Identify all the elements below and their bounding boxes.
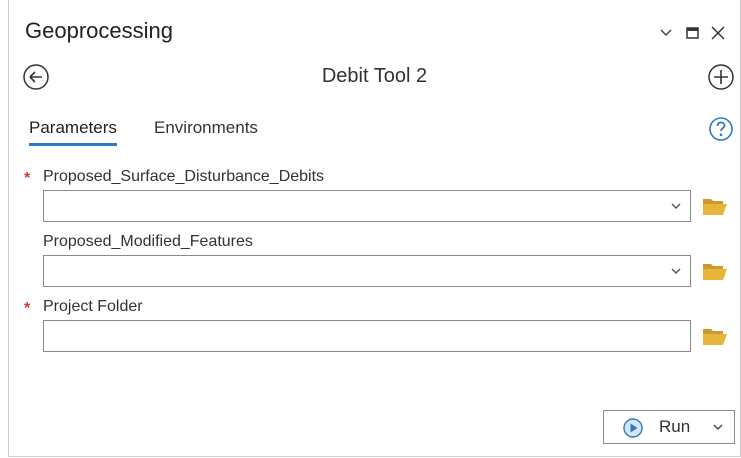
add-icon[interactable] [706, 62, 736, 92]
tool-name: Debit Tool 2 [321, 65, 428, 87]
folder-open-icon[interactable] [701, 324, 729, 348]
run-button-label: Run [659, 417, 691, 436]
project-folder-input[interactable] [43, 320, 691, 352]
param-label-surface-disturbance: Proposed_Surface_Disturbance_Debits [43, 168, 325, 185]
required-marker: * [24, 170, 31, 187]
chevron-down-icon[interactable] [666, 191, 686, 221]
pane-title: Geoprocessing [25, 18, 173, 43]
chevron-down-icon[interactable] [710, 417, 726, 437]
maximize-icon[interactable] [682, 22, 702, 44]
close-icon[interactable] [708, 22, 728, 44]
folder-open-icon[interactable] [701, 194, 729, 218]
tool-header: Debit Tool 2 [9, 60, 740, 94]
tab-parameters[interactable]: Parameters [29, 118, 117, 146]
modified-features-input[interactable] [43, 255, 691, 287]
required-marker: * [24, 300, 31, 317]
folder-open-icon[interactable] [701, 259, 729, 283]
surface-disturbance-input[interactable] [43, 190, 691, 222]
play-icon [623, 418, 643, 438]
chevron-down-icon[interactable] [656, 22, 676, 44]
geoprocessing-pane: Geoprocessing Debit Tool 2 Parameters En… [8, 0, 741, 457]
param-label-project-folder: Project Folder [43, 298, 143, 315]
help-icon[interactable] [708, 116, 734, 142]
run-button[interactable]: Run [603, 410, 735, 444]
param-label-modified-features: Proposed_Modified_Features [43, 233, 253, 250]
chevron-down-icon[interactable] [666, 256, 686, 286]
window-controls [650, 22, 740, 46]
tab-environments[interactable]: Environments [154, 118, 258, 138]
